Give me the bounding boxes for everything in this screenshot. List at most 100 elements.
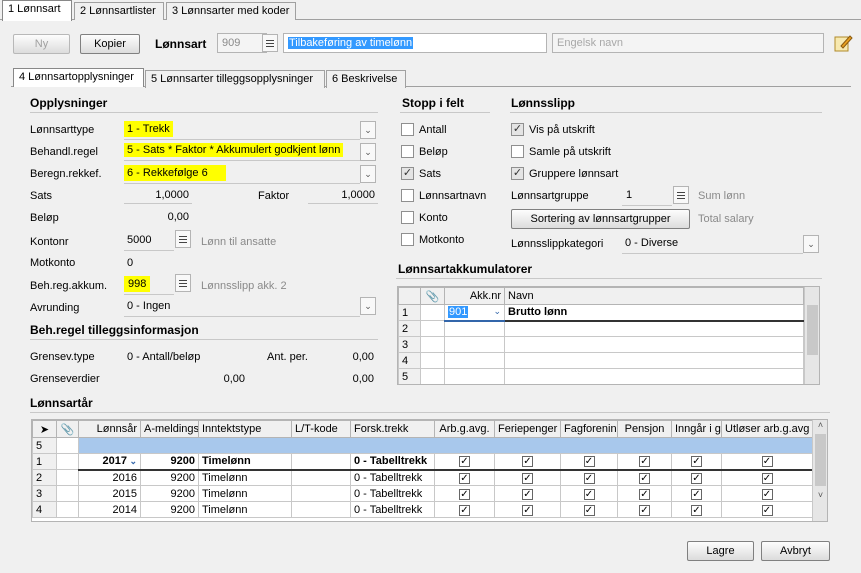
table-row[interactable]: 3 2015 9200 Timelønn 0 - Tabelltrekk ✓ ✓ ✓… [32,485,813,502]
chevron-down-icon[interactable]: ⌄ [360,143,376,161]
col-amelding[interactable]: A-meldings [140,420,199,438]
tab-lonnsartlister[interactable]: 2 Lønnsartlister [74,2,164,20]
avrunding-select[interactable]: 0 - Ingen [124,297,360,317]
col-forsktrekk[interactable]: Forsk.trekk [350,420,435,438]
belop-field[interactable]: 0,00 [124,208,192,226]
table-row[interactable]: 1 901 ⌄ Brutto lønn [398,304,804,322]
samle-label: Samle på utskrift [529,146,611,158]
table-row[interactable]: 5 [398,368,804,384]
top-tab-bar: 1 Lønnsart 2 Lønnsartlister 3 Lønnsarter… [0,0,861,21]
checkbox-sats[interactable]: ✓ [401,167,414,180]
new-button[interactable]: Ny [13,34,70,54]
chevron-down-icon[interactable]: ⌄ [360,165,376,183]
scroll-up-icon[interactable]: ˄ [813,420,827,430]
behreg-field[interactable]: 998 [124,275,174,295]
col-inngar[interactable]: Inngår i gr [671,420,722,438]
table-row[interactable]: 3 [398,336,804,353]
table-row[interactable]: 2 2016 9200 Timelønn 0 - Tabelltrekk ✓ ✓ ✓… [32,469,813,486]
col-arbgavg[interactable]: Arb.g.avg. [434,420,495,438]
stopp-antall-label: Antall [419,124,447,136]
behandl-select[interactable]: 5 - Sats * Faktor * Akkumulert godkjent … [124,141,360,161]
pin-icon: ➤ [32,420,57,438]
chevron-down-icon[interactable]: ⌄ [803,235,819,253]
behreg-label: Beh.reg.akkum. [30,280,108,292]
akknr-header[interactable]: Akk.nr [444,287,505,305]
tab-lonnsarter-med-koder[interactable]: 3 Lønnsarter med koder [166,2,296,20]
list-icon[interactable] [262,34,278,52]
stopp-title: Stopp i felt [402,96,464,110]
col-fagforening[interactable]: Fagforening [560,420,618,438]
chevron-down-icon[interactable]: ⌄ [360,121,376,139]
akknr-cell[interactable]: 901 [448,306,469,319]
grensev-type-label: Grensev.type [30,351,95,363]
col-feriepenger[interactable]: Feriepenger [494,420,561,438]
faktor-field[interactable]: 1,0000 [308,186,378,204]
kategori-select[interactable]: 0 - Diverse [622,234,803,254]
lonnsarar-grid: ➤ 📎 Lønnsår A-meldings Inntektstype L/T-… [31,419,828,522]
english-name-field[interactable]: Engelsk navn [552,33,824,53]
akkumulatorer-title: Lønnsartakkumulatorer [398,262,533,276]
grenseverdier-value-1: 0,00 [223,373,245,385]
col-ltkode[interactable]: L/T-kode [291,420,351,438]
save-button[interactable]: Lagre [687,541,754,561]
tab-lonnsartopplysninger[interactable]: 4 Lønnsartopplysninger [13,68,144,87]
checkbox-samle[interactable] [511,145,524,158]
lonnsart-name-field[interactable]: Tilbakeføring av timelønn [283,33,547,53]
scroll-down-icon[interactable]: ˅ [813,490,827,500]
checkbox-gruppere[interactable]: ✓ [511,167,524,180]
col-lonnsar[interactable]: Lønnsår [78,420,141,438]
table-row[interactable]: 4 [398,352,804,369]
edit-note-icon[interactable] [833,33,853,53]
checkbox-vis[interactable]: ✓ [511,123,524,136]
table-row[interactable]: 4 2014 9200 Timelønn 0 - Tabelltrekk ✓ ✓ ✓… [32,501,813,518]
lonnsart-number-field[interactable]: 909 [217,33,267,53]
gruppe-label: Lønnsartgruppe [511,190,589,202]
gruppe-field[interactable]: 1 [622,186,672,206]
lonnsarar-scrollbar[interactable]: ˄ ˅ [812,420,827,521]
gruppe-description: Sum lønn [698,190,746,202]
new-row[interactable]: 5 [32,437,813,454]
lonnsarttype-select[interactable]: 1 - Trekk [124,120,360,140]
list-icon[interactable] [175,274,191,292]
lonnsslipp-title: Lønnsslipp [511,96,575,110]
grenseverdier-label: Grenseverdier [30,373,100,385]
checkbox-konto[interactable] [401,211,414,224]
navn-header[interactable]: Navn [504,287,804,305]
navn-cell: Brutto lønn [504,304,804,322]
list-icon[interactable] [175,230,191,248]
cancel-button[interactable]: Avbryt [761,541,830,561]
checkbox-antall[interactable] [401,123,414,136]
chevron-down-icon[interactable]: ⌄ [360,297,376,315]
kontonr-field[interactable]: 5000 [124,231,174,251]
sortering-button[interactable]: Sortering av lønnsartgrupper [511,209,690,229]
col-utloser[interactable]: Utløser arb.g.avg [721,420,813,438]
sats-field[interactable]: 1,0000 [124,186,192,204]
col-pensjon[interactable]: Pensjon [617,420,672,438]
beregn-select[interactable]: 6 - Rekkefølge 6 [124,164,360,184]
lonnsart-name-selected: Tilbakeføring av timelønn [288,37,414,49]
stopp-lonnsartnavn-label: Lønnsartnavn [419,190,487,202]
vis-label: Vis på utskrift [529,124,595,136]
list-icon[interactable] [673,186,689,204]
stopp-motkonto-label: Motkonto [419,234,465,246]
tab-lonnsart[interactable]: 1 Lønnsart [2,0,72,21]
tab-tilleggsopplysninger[interactable]: 5 Lønnsarter tilleggsopplysninger [145,70,325,88]
lonnsarar-title: Lønnsartår [30,396,93,410]
paperclip-icon: 📎 [420,287,445,305]
stopp-belop-label: Beløp [419,146,448,158]
ant-per-value: 0,00 [352,351,374,363]
checkbox-lonnsartnavn[interactable] [401,189,414,202]
ant-per-label: Ant. per. [267,351,308,363]
chevron-down-icon[interactable]: ⌄ [127,456,137,466]
paperclip-icon: 📎 [56,420,79,438]
col-inntektstype[interactable]: Inntektstype [198,420,292,438]
copy-button[interactable]: Kopier [80,34,140,54]
grenseverdier-value-2: 0,00 [352,373,374,385]
table-row[interactable]: 1 2017 ⌄ 9200 Timelønn 0 - Tabelltrekk ✓… [32,453,813,471]
checkbox-belop[interactable] [401,145,414,158]
tab-beskrivelse[interactable]: 6 Beskrivelse [326,70,406,88]
checkbox-motkonto[interactable] [401,233,414,246]
table-row[interactable]: 2 [398,320,804,337]
chevron-down-icon[interactable]: ⌄ [493,306,501,317]
akkumulator-scrollbar[interactable] [804,287,819,384]
